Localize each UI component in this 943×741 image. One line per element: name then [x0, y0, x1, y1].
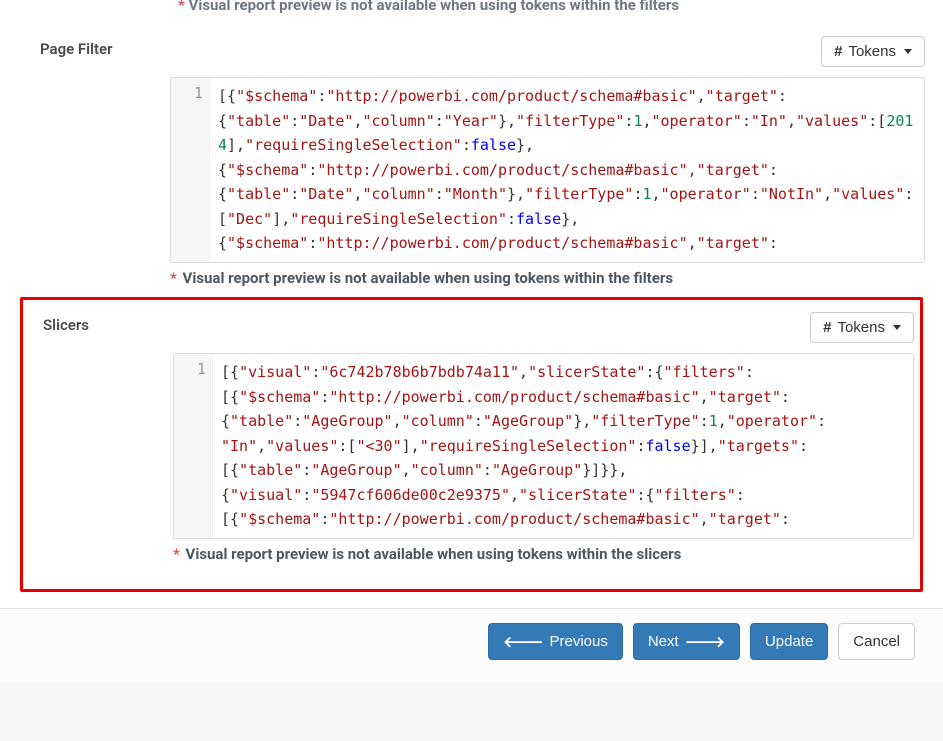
asterisk-icon: *	[173, 545, 180, 563]
page-filter-label: Page Filter	[18, 36, 170, 58]
previous-button[interactable]: 🡐 Previous	[488, 623, 623, 660]
page-filter-code[interactable]: [{"$schema":"http://powerbi.com/product/…	[210, 78, 924, 262]
slicers-label: Slicers	[29, 312, 173, 334]
page-filter-warning: * Visual report preview is not available…	[170, 269, 925, 287]
truncated-warning-text: * Visual report preview is not available…	[178, 0, 925, 14]
slicers-code[interactable]: [{"visual":"6c742b78b6b7bdb74a11","slice…	[213, 354, 913, 538]
chevron-down-icon	[893, 325, 901, 330]
arrow-left-icon: 🡐	[503, 632, 543, 651]
cancel-button[interactable]: Cancel	[838, 623, 915, 660]
page-filter-section: Page Filter # Tokens 1 [{"$schema":"http…	[18, 36, 925, 287]
footer-bar: 🡐 Previous Next 🡒 Update Cancel	[0, 608, 943, 682]
arrow-right-icon: 🡒	[685, 632, 725, 651]
hash-icon: #	[823, 319, 831, 336]
next-button[interactable]: Next 🡒	[633, 623, 740, 660]
asterisk-icon: *	[170, 269, 177, 287]
hash-icon: #	[834, 43, 842, 60]
chevron-down-icon	[904, 49, 912, 54]
update-button[interactable]: Update	[750, 623, 828, 660]
slicers-warning: * Visual report preview is not available…	[173, 545, 914, 563]
page-filter-code-editor[interactable]: 1 [{"$schema":"http://powerbi.com/produc…	[170, 77, 925, 263]
slicers-tokens-button[interactable]: # Tokens	[810, 312, 914, 343]
slicers-section: Slicers # Tokens 1 [{"visual":"6c742b78b…	[29, 312, 914, 563]
page-filter-tokens-button[interactable]: # Tokens	[821, 36, 925, 67]
editor-gutter: 1	[171, 78, 210, 262]
editor-gutter: 1	[174, 354, 213, 538]
slicers-code-editor[interactable]: 1 [{"visual":"6c742b78b6b7bdb74a11","sli…	[173, 353, 914, 539]
slicers-highlight-box: Slicers # Tokens 1 [{"visual":"6c742b78b…	[20, 297, 923, 592]
